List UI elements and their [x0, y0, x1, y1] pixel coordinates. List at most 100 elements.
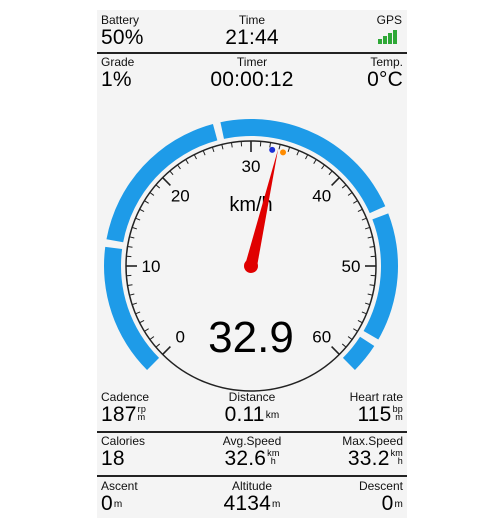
- gauge-tick: [177, 164, 181, 170]
- gauge-tick-label: 10: [142, 257, 161, 276]
- avg-speed-value: 32.6: [224, 447, 267, 470]
- gauge-tick: [144, 200, 149, 204]
- gauge-arc-segment: [342, 336, 375, 370]
- gauge-tick: [162, 177, 171, 186]
- gauge-tick: [221, 144, 224, 150]
- gauge-tick: [131, 302, 138, 306]
- gps-label: GPS: [376, 13, 402, 27]
- altitude-unit: m: [272, 499, 281, 510]
- gauge-tick: [296, 150, 300, 156]
- gauge-arc-segment: [106, 124, 218, 243]
- gauge-tick-label: 20: [171, 186, 190, 205]
- gauge-tick: [361, 311, 367, 315]
- gauge-tick: [135, 217, 141, 221]
- gauge-tick: [127, 284, 133, 287]
- time-field[interactable]: Time 21:44: [97, 14, 407, 49]
- heart-rate-value-wrap: 115 bp m: [350, 404, 403, 426]
- max-speed-value-wrap: 33.2 km h: [342, 448, 403, 470]
- heart-rate-value: 115: [357, 403, 392, 426]
- distance-unit: km: [265, 410, 280, 421]
- distance-value: 0.11: [224, 403, 265, 426]
- fields-row-3: Ascent 0m Altitude 4134m Descent 0m: [97, 480, 407, 518]
- gauge-tick: [269, 142, 272, 148]
- gauge-tick: [127, 245, 133, 248]
- gauge-tick: [162, 346, 171, 355]
- gauge-tick: [149, 192, 155, 196]
- divider: [97, 52, 407, 54]
- descent-field[interactable]: Descent 0m: [359, 480, 403, 515]
- gauge-tick: [369, 284, 375, 287]
- gauge-tick: [347, 336, 353, 340]
- gauge-tick: [341, 343, 347, 348]
- timer-value: 00:00:12: [210, 68, 294, 91]
- gauge-tick: [155, 184, 161, 189]
- heart-rate-unit: bp m: [392, 404, 403, 422]
- needle-hub: [244, 259, 258, 273]
- status-row: Battery 50% Time 21:44 GPS: [97, 14, 407, 52]
- gauge-tick: [321, 164, 325, 170]
- gauge-tick: [361, 217, 367, 221]
- gauge-tick: [331, 177, 340, 186]
- heart-rate-field[interactable]: Heart rate 115 bp m: [350, 391, 403, 426]
- gauge-tick: [155, 343, 161, 348]
- gauge-tick: [139, 320, 145, 324]
- gauge-tick: [230, 142, 233, 148]
- descent-unit: m: [394, 499, 403, 510]
- time-value: 21:44: [225, 26, 279, 49]
- gauge-tick: [305, 154, 309, 160]
- gauge-tick: [287, 146, 291, 153]
- gauge-tick: [357, 320, 363, 324]
- gps-signal-bars-icon: [378, 30, 402, 44]
- descent-value: 0: [381, 492, 394, 515]
- max-speed-unit: km h: [390, 448, 403, 466]
- gauge-tick: [369, 245, 375, 248]
- speedometer-gauge[interactable]: 0102030405060 km/h 32.9: [97, 108, 407, 396]
- gauge-tick: [129, 293, 135, 296]
- gauge-tick: [331, 346, 340, 355]
- altitude-value: 4134: [223, 492, 271, 515]
- gps-field[interactable]: GPS: [377, 14, 402, 27]
- gauge-tick: [149, 336, 155, 340]
- gauge-tick: [364, 226, 371, 230]
- temp-value: 0°C: [367, 68, 403, 91]
- temp-field[interactable]: Temp. 0°C: [367, 56, 403, 91]
- gauge-tick: [364, 302, 371, 306]
- gauge-tick: [144, 328, 149, 332]
- gauge-tick: [169, 170, 174, 176]
- gauge-tick: [185, 159, 189, 164]
- divider: [97, 475, 407, 477]
- gauge-tick: [353, 328, 358, 332]
- gauge-arc-segment: [363, 213, 398, 340]
- bike-computer-screen: Battery 50% Time 21:44 GPS Grade 1% Time…: [97, 10, 407, 518]
- gauge-tick-label: 0: [176, 328, 185, 347]
- fields-row-1: Cadence 187 rp m Distance 0.11km Heart rat…: [97, 391, 407, 433]
- gauge-tick: [129, 236, 135, 239]
- avg-speed-unit: km h: [267, 448, 280, 466]
- fields-row-2: Calories 18 Avg.Speed 32.6 km h Max.Speed …: [97, 435, 407, 477]
- gauge-tick: [341, 184, 347, 189]
- gauge-tick: [347, 192, 353, 196]
- gauge-tick-label: 50: [342, 257, 361, 276]
- max-speed-marker-icon: [269, 146, 276, 153]
- max-speed-field[interactable]: Max.Speed 33.2 km h: [342, 435, 403, 470]
- top-fields-row: Grade 1% Timer 00:00:12 Temp. 0°C: [97, 56, 407, 96]
- divider: [97, 431, 407, 433]
- gauge-tick-label: 30: [242, 157, 261, 176]
- avg-speed-marker-icon: [280, 149, 287, 156]
- gauge-tick: [202, 150, 206, 156]
- gauge-tick: [313, 159, 317, 164]
- gauge-tick: [367, 236, 373, 239]
- gauge-tick: [353, 200, 358, 204]
- timer-field[interactable]: Timer 00:00:12: [97, 56, 407, 91]
- gauge-tick: [367, 293, 373, 296]
- current-speed-value: 32.9: [208, 313, 294, 362]
- gauge-tick: [357, 208, 363, 212]
- gauge-tick: [193, 154, 197, 160]
- gauge-tick: [135, 311, 141, 315]
- gauge-tick-label: 60: [312, 328, 331, 347]
- descent-value-wrap: 0m: [359, 493, 403, 515]
- gauge-tick: [139, 208, 145, 212]
- gauge-tick: [328, 170, 333, 176]
- gauge-tick-label: 40: [312, 186, 331, 205]
- gauge-tick: [278, 144, 281, 150]
